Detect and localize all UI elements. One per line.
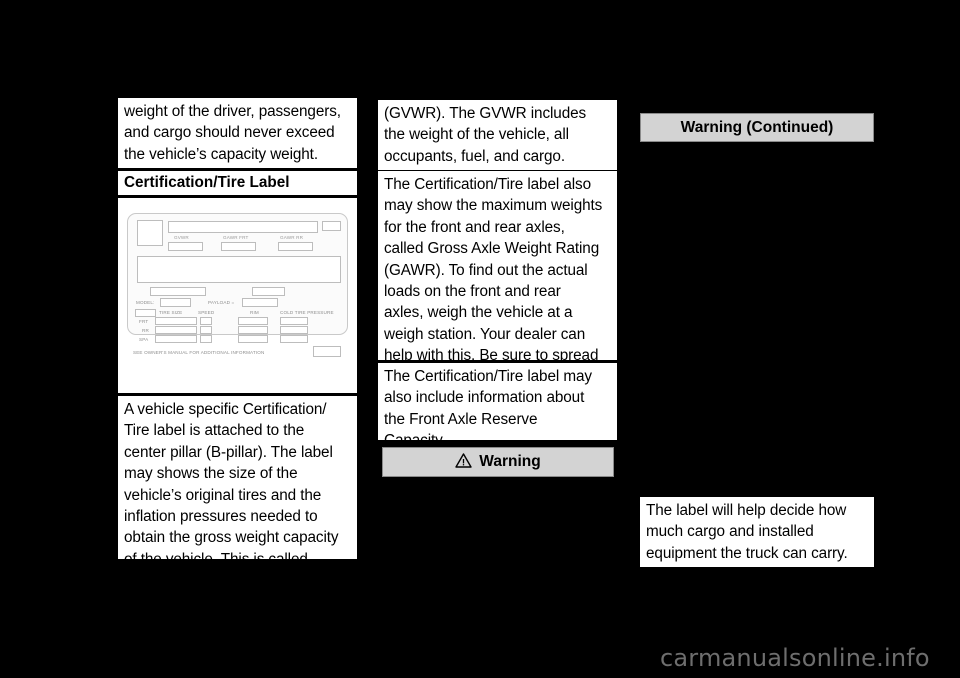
label-rr-pressure-box (280, 326, 308, 334)
label-row-rr-caption: RR (142, 328, 149, 333)
warning-continued-bar: Warning (Continued) (640, 113, 874, 142)
label-corner-box (322, 221, 341, 231)
label-frt-speed-box (200, 317, 212, 325)
label-frt-rim-box (238, 317, 268, 325)
certification-tire-label-figure: GVWR GAWR FRT GAWR RR MODEL: PAYLOAD = T… (118, 198, 357, 393)
label-certification-statement-box (137, 256, 341, 283)
label-row-spa-caption: SPA (139, 337, 149, 342)
middle-column-paragraph-1: (GVWR). The GVWR includes the weight of … (378, 100, 617, 170)
label-vin-bar (168, 221, 318, 233)
left-column-paragraph-2: A vehicle specific Certification/ Tire l… (118, 396, 357, 589)
label-type-box (252, 287, 285, 296)
label-field-gvwr-caption: GVWR (174, 235, 189, 240)
left-column-heading-certification-tire-label: Certification/Tire Label (118, 171, 357, 195)
middle-column-paragraph-3: The Certification/Tire label may also in… (378, 363, 617, 449)
label-rr-rim-box (238, 326, 268, 334)
label-spa-pressure-box (280, 335, 308, 343)
label-field-model-caption: MODEL: (136, 300, 155, 305)
warning-triangle-icon (455, 453, 472, 473)
label-rr-speed-box (200, 326, 212, 334)
label-tire-corner-box (135, 309, 156, 317)
label-date-box (150, 287, 206, 296)
label-rr-tire-size-box (155, 326, 197, 334)
site-watermark: carmanualsonline.info (660, 644, 930, 672)
label-field-gawr-frt-box (221, 242, 256, 251)
label-frt-pressure-box (280, 317, 308, 325)
label-field-gawr-rr-caption: GAWR RR (280, 235, 304, 240)
label-col-tire-size-caption: TIRE SIZE (159, 310, 183, 315)
label-spa-tire-size-box (155, 335, 197, 343)
label-field-payload-caption: PAYLOAD = (208, 300, 235, 305)
label-spa-rim-box (238, 335, 268, 343)
warning-bar-label: Warning (479, 453, 541, 470)
label-col-rim-caption: RIM (250, 310, 259, 315)
label-col-cold-tire-pressure-caption: COLD TIRE PRESSURE (280, 310, 334, 315)
label-logo-box (137, 220, 163, 246)
warning-continued-label: Warning (Continued) (680, 118, 834, 136)
label-field-payload-box (242, 298, 278, 307)
label-frt-tire-size-box (155, 317, 197, 325)
right-column-paragraph-1: The label will help decide how much carg… (640, 497, 874, 567)
label-spa-speed-box (200, 335, 212, 343)
label-footer-note: SEE OWNER'S MANUAL FOR ADDITIONAL INFORM… (133, 350, 265, 355)
label-row-frt-caption: FRT (139, 319, 149, 324)
label-field-gvwr-box (168, 242, 203, 251)
middle-column-paragraph-2: The Certification/Tire label also may sh… (378, 171, 617, 407)
left-column-paragraph-1: weight of the driver, passengers, and ca… (118, 98, 357, 168)
manual-page: weight of the driver, passengers, and ca… (0, 0, 960, 678)
label-card-outline: GVWR GAWR FRT GAWR RR MODEL: PAYLOAD = T… (127, 213, 348, 357)
label-field-model-box (160, 298, 191, 307)
label-field-gawr-rr-box (278, 242, 313, 251)
warning-bar: Warning (382, 447, 614, 477)
label-footer-box (313, 346, 341, 357)
label-field-gawr-frt-caption: GAWR FRT (223, 235, 249, 240)
label-col-speed-caption: SPEED (198, 310, 215, 315)
